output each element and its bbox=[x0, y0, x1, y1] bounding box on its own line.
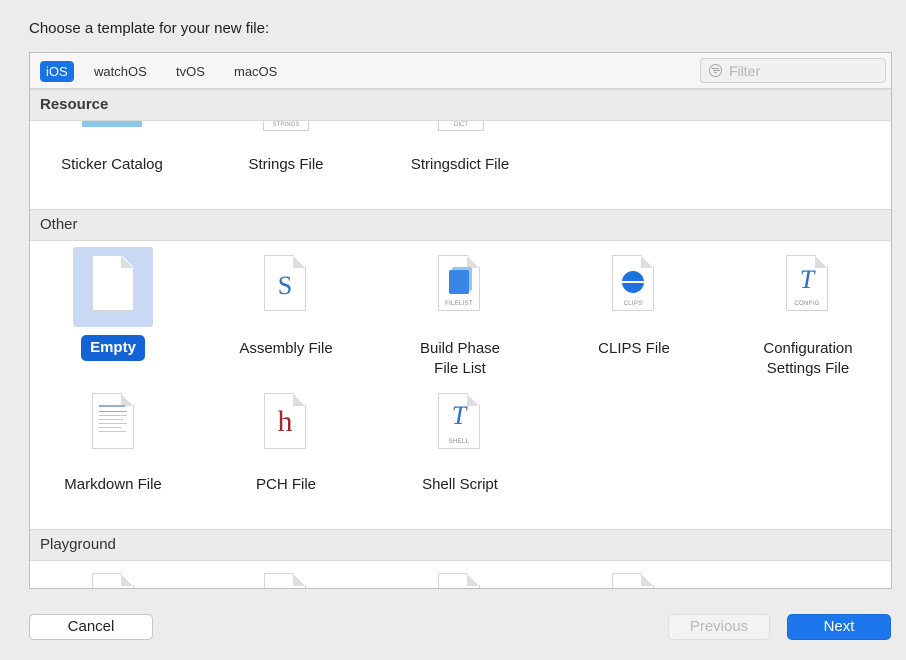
previous-button[interactable]: Previous bbox=[668, 614, 770, 640]
config-tag: CONFIG bbox=[794, 301, 820, 307]
shell-script-icon: T SHELL bbox=[438, 393, 480, 449]
template-label-line2: Settings File bbox=[766, 360, 850, 377]
section-header-resource: Resource bbox=[30, 89, 891, 121]
template-label: PCH File bbox=[255, 476, 316, 493]
strings-tag: STRINGS bbox=[272, 122, 300, 128]
build-phase-file-list-icon: FILELIST bbox=[438, 255, 480, 311]
shell-tag: SHELL bbox=[448, 439, 470, 445]
template-strings-file[interactable]: Strings File bbox=[206, 155, 366, 175]
filter-field[interactable] bbox=[700, 58, 886, 83]
template-shell-script[interactable]: Shell Script bbox=[380, 475, 540, 495]
template-label: Strings File bbox=[248, 156, 324, 173]
playground-template-icon[interactable] bbox=[438, 573, 480, 588]
tab-macos[interactable]: macOS bbox=[228, 61, 283, 82]
template-markdown-file[interactable]: Markdown File bbox=[33, 475, 193, 495]
section-header-other: Other bbox=[30, 209, 891, 241]
playground-template-icon[interactable] bbox=[92, 573, 134, 588]
shell-glyph: T bbox=[451, 401, 467, 430]
template-label-line1: Build Phase bbox=[419, 340, 501, 357]
template-empty[interactable]: Empty bbox=[33, 335, 193, 361]
template-label: Empty bbox=[81, 335, 145, 361]
template-sticker-catalog[interactable]: Sticker Catalog bbox=[32, 155, 192, 175]
tab-tvos[interactable]: tvOS bbox=[170, 61, 211, 82]
tab-watchos[interactable]: watchOS bbox=[88, 61, 153, 82]
template-label-line2: File List bbox=[434, 360, 486, 377]
filter-input[interactable] bbox=[729, 61, 879, 80]
empty-file-icon bbox=[92, 255, 134, 311]
platform-tab-bar: iOS watchOS tvOS macOS bbox=[30, 53, 891, 89]
assembly-glyph: S bbox=[277, 271, 293, 300]
config-glyph: T bbox=[799, 265, 815, 294]
template-build-phase-file-list[interactable]: Build Phase File List bbox=[380, 339, 540, 379]
template-label: Stringsdict File bbox=[410, 156, 510, 173]
next-button[interactable]: Next bbox=[787, 614, 891, 640]
strings-file-icon: STRINGS bbox=[263, 121, 309, 131]
template-pch-file[interactable]: PCH File bbox=[206, 475, 366, 495]
template-label: Markdown File bbox=[64, 476, 162, 493]
clips-tag: CLIPS bbox=[623, 301, 643, 307]
dict-tag: DICT bbox=[454, 122, 468, 128]
template-stringsdict-file[interactable]: Stringsdict File bbox=[380, 155, 540, 175]
template-configuration-settings-file[interactable]: Configuration Settings File bbox=[728, 339, 888, 379]
cancel-button[interactable]: Cancel bbox=[29, 614, 153, 640]
clips-file-icon: CLIPS bbox=[612, 255, 654, 311]
filter-icon bbox=[709, 64, 722, 77]
section-header-playground: Playground bbox=[30, 529, 891, 561]
template-label-line1: Configuration bbox=[763, 340, 853, 357]
template-label: CLIPS File bbox=[598, 340, 670, 357]
pch-glyph: h bbox=[277, 405, 293, 438]
template-label: Shell Script bbox=[422, 476, 498, 493]
template-clips-file[interactable]: CLIPS File bbox=[554, 339, 714, 359]
sticker-catalog-icon bbox=[82, 121, 142, 127]
dialog-prompt: Choose a template for your new file: bbox=[29, 20, 270, 37]
template-label: Sticker Catalog bbox=[61, 156, 163, 173]
playground-template-icon[interactable] bbox=[264, 573, 306, 588]
configuration-settings-file-icon: T CONFIG bbox=[786, 255, 828, 311]
markdown-file-icon bbox=[92, 393, 134, 449]
assembly-file-icon: S bbox=[264, 255, 306, 311]
template-assembly-file[interactable]: Assembly File bbox=[206, 339, 366, 359]
playground-template-icon[interactable] bbox=[612, 573, 654, 588]
stringsdict-file-icon: DICT bbox=[438, 121, 484, 131]
template-label: Assembly File bbox=[239, 340, 333, 357]
filelist-tag: FILELIST bbox=[445, 301, 473, 307]
pch-file-icon: h bbox=[264, 393, 306, 449]
tab-ios[interactable]: iOS bbox=[40, 61, 74, 82]
template-panel: iOS watchOS tvOS macOS Resource STRINGS … bbox=[29, 52, 892, 589]
